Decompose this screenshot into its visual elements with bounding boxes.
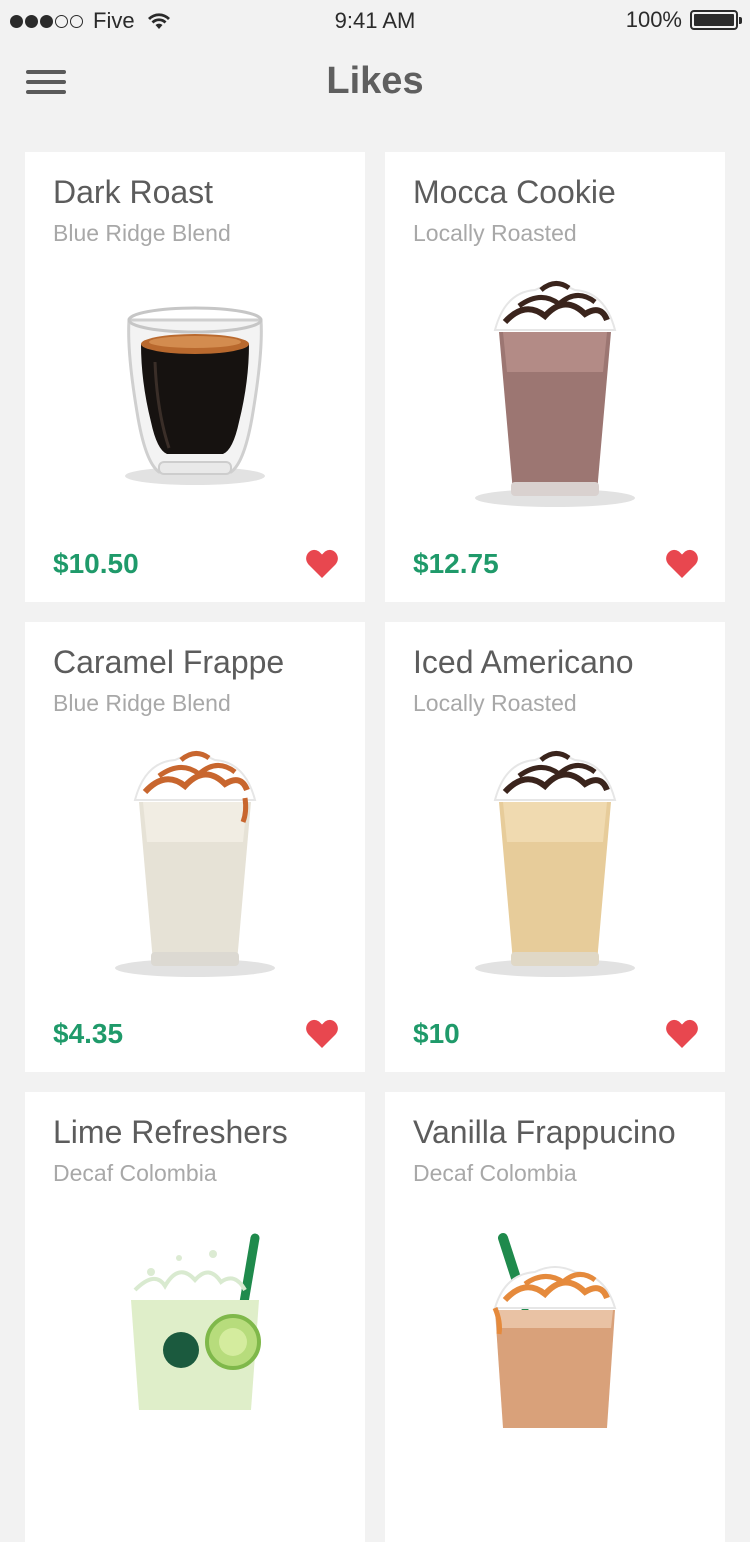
product-subtitle: Blue Ridge Blend bbox=[53, 690, 231, 716]
page-title: Likes bbox=[326, 60, 424, 102]
vanilla-frappuccino-image bbox=[492, 1233, 617, 1428]
product-subtitle: Blue Ridge Blend bbox=[53, 220, 231, 246]
caramel-frappe-image bbox=[115, 751, 275, 977]
product-price: $10.50 bbox=[53, 548, 139, 579]
battery-level bbox=[694, 14, 734, 26]
heart-icon[interactable] bbox=[665, 548, 699, 580]
product-name: Dark Roast bbox=[53, 174, 214, 210]
lime-refresher-image bbox=[131, 1233, 261, 1410]
heart-icon[interactable] bbox=[305, 548, 339, 580]
battery-percentage: 100% bbox=[625, 7, 682, 32]
product-name: Caramel Frappe bbox=[53, 644, 285, 680]
espresso-glass-image bbox=[125, 306, 265, 485]
product-card-vanilla-frappucino[interactable]: Vanilla Frappucino Decaf Colombia bbox=[385, 1092, 725, 1542]
product-price: $10 bbox=[413, 1018, 460, 1049]
mocha-frappe-image bbox=[475, 281, 635, 507]
battery-tip bbox=[739, 17, 742, 24]
heart-icon[interactable] bbox=[665, 1018, 699, 1050]
product-price: $4.35 bbox=[53, 1018, 124, 1049]
product-price: $12.75 bbox=[413, 548, 499, 579]
product-subtitle: Locally Roasted bbox=[413, 690, 577, 716]
product-name: Iced Americano bbox=[413, 644, 634, 680]
status-right: 100% bbox=[625, 7, 742, 33]
product-card-lime-refreshers[interactable]: Lime Refreshers Decaf Colombia bbox=[25, 1092, 365, 1542]
product-subtitle: Decaf Colombia bbox=[53, 1160, 217, 1186]
product-subtitle: Locally Roasted bbox=[413, 220, 577, 246]
product-card-dark-roast[interactable]: Dark Roast Blue Ridge Blend $10.50 bbox=[25, 152, 365, 602]
product-name: Lime Refreshers bbox=[53, 1114, 288, 1150]
status-bar: Five 9:41 AM 100% bbox=[0, 0, 750, 40]
iced-americano-image bbox=[475, 751, 635, 977]
product-name: Vanilla Frappucino bbox=[413, 1114, 676, 1150]
product-subtitle: Decaf Colombia bbox=[413, 1160, 577, 1186]
heart-icon[interactable] bbox=[305, 1018, 339, 1050]
product-name: Mocca Cookie bbox=[413, 174, 616, 210]
product-card-caramel-frappe[interactable]: Caramel Frappe Blue Ridge Blend $4.35 bbox=[25, 622, 365, 1072]
navigation-bar: Likes bbox=[0, 40, 750, 130]
product-card-iced-americano[interactable]: Iced Americano Locally Roasted $10 bbox=[385, 622, 725, 1072]
product-card-mocca-cookie[interactable]: Mocca Cookie Locally Roasted $12.75 bbox=[385, 152, 725, 602]
battery-icon bbox=[690, 10, 742, 30]
